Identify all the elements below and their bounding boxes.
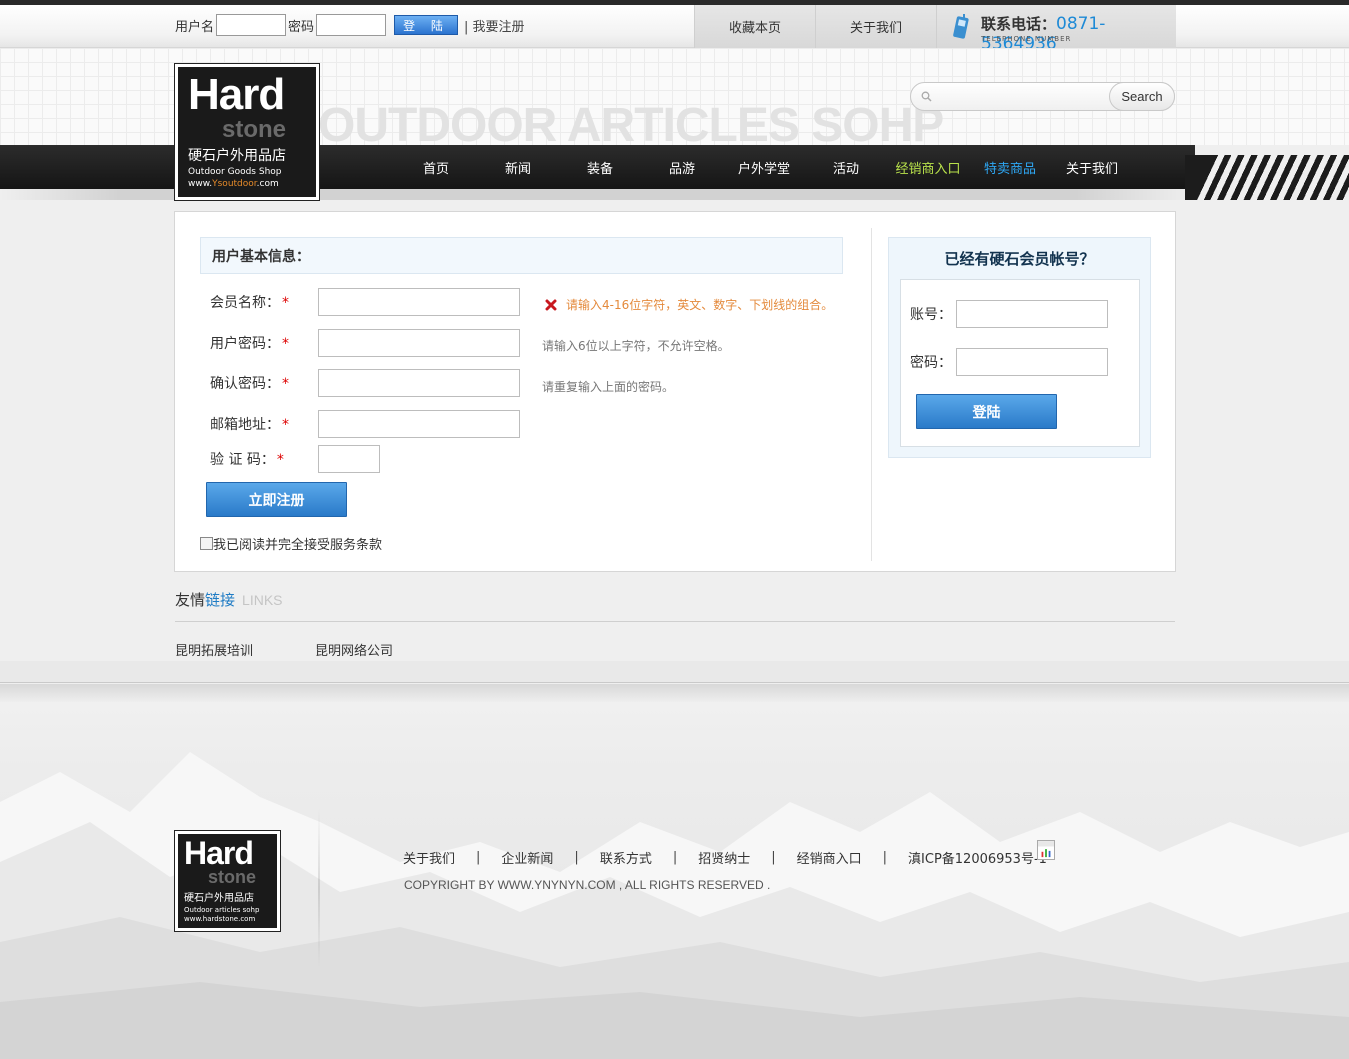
confirm-password-label: 确认密码： * [210, 376, 289, 392]
phone-subtitle: TELEPHONE NUMBER [981, 35, 1072, 43]
nav-item[interactable]: 经销商入口 [887, 145, 969, 189]
password-hint: 请输入6位以上字符，不允许空格。 [542, 339, 730, 353]
register-submit-button[interactable]: 立即注册 [206, 482, 347, 517]
member-name-row: 会员名称： * [210, 287, 520, 317]
footer-logo: Hard stone 硬石户外用品店 Outdoor articles sohp… [174, 830, 281, 932]
account-label: 账号： [910, 307, 952, 323]
footer-link[interactable]: 企业新闻 [501, 848, 553, 867]
nav-item[interactable]: 品游 [641, 145, 723, 189]
email-input[interactable] [318, 410, 520, 438]
member-login-form: 账号： 密码： 登陆 [900, 279, 1140, 447]
register-link[interactable]: | 我要注册 [464, 16, 525, 35]
member-name-error: 请输入4-16位字符，英文、数字、下划线的组合。 [545, 296, 833, 313]
section-title: 用户基本信息： [200, 237, 843, 274]
captcha-label: 验 证 码： * [210, 452, 284, 468]
confirm-password-input[interactable] [318, 369, 520, 397]
about-link[interactable]: 关于我们 [815, 5, 936, 48]
footer-top-band [0, 661, 1349, 683]
email-label: 邮箱地址： * [210, 417, 289, 433]
nav-item[interactable]: 新闻 [477, 145, 559, 189]
nav-item[interactable]: 户外学堂 [723, 145, 805, 189]
member-login-box: 已经有硬石会员帐号？ 账号： 密码： 登陆 [888, 237, 1151, 458]
logo-stone: stone [222, 116, 287, 143]
account-input[interactable] [956, 300, 1108, 328]
footer-link[interactable]: 经销商入口 [797, 848, 862, 867]
captcha-row: 验 证 码： * [210, 444, 380, 474]
footer-link-separator: | [882, 850, 888, 865]
password-input[interactable] [316, 14, 387, 36]
search-icon [921, 91, 932, 102]
footer-link-separator: | [672, 850, 678, 865]
top-right-links: 收藏本页 关于我们 联系电话：0871-5364936 TELEPHONE NU… [694, 5, 1176, 54]
footer-link-separator: | [574, 850, 579, 865]
register-panel: 用户基本信息： 会员名称： * 请输入4-16位字符，英文、数字、下划线的组合。 … [174, 211, 1176, 572]
phone-contact: 联系电话：0871-5364936 TELEPHONE NUMBER [936, 5, 1176, 54]
member-name-input[interactable] [318, 288, 520, 316]
member-name-label: 会员名称： * [210, 295, 289, 311]
footer-link[interactable]: 滇ICP备12006953号-1 [908, 848, 1047, 867]
search-button[interactable]: Search [1109, 82, 1175, 111]
terms-checkbox[interactable] [200, 537, 213, 550]
footer-links: 关于我们 | 企业新闻 | 联系方式 | 招贤纳士 | 经销商入口 | 滇ICP备12006953号… [403, 848, 1047, 867]
password-input[interactable] [318, 329, 520, 357]
friend-links-title: 友情 链接 LINKS [175, 591, 283, 609]
footer-link[interactable]: 招贤纳士 [698, 848, 750, 867]
friend-link[interactable]: 昆明网络公司 [315, 640, 393, 659]
search-input[interactable] [937, 87, 1107, 107]
nav-item[interactable]: 特卖商品 [969, 145, 1051, 189]
footer-link[interactable]: 联系方式 [600, 848, 652, 867]
email-row: 邮箱地址： * [210, 409, 520, 439]
footer-link[interactable]: 关于我们 [403, 848, 455, 867]
side-password-input[interactable] [956, 348, 1108, 376]
site-logo[interactable]: Hard stone 硬石户外用品店 Outdoor Goods Shop ww… [174, 63, 320, 201]
member-login-title: 已经有硬石会员帐号？ [944, 250, 1095, 268]
nav-item[interactable]: 活动 [805, 145, 887, 189]
friend-link[interactable]: 昆明拓展培训 [175, 640, 253, 659]
top-bar: 用户名 密码 登 陆 | 我要注册 收藏本页 关于我们 联系电话：0871-53… [0, 0, 1349, 54]
logo-chinese-name: 硬石户外用品店 [188, 148, 286, 164]
side-password-row: 密码： [910, 348, 1108, 376]
account-row: 账号： [910, 300, 1108, 328]
password-label: 用户密码： * [210, 336, 289, 352]
side-password-label: 密码： [910, 355, 952, 371]
footer-divider [318, 808, 320, 968]
terms-agreement: 我已阅读并完全接受服务条款 [200, 534, 382, 553]
main-nav: 首页 新闻 装备 品游 户外学堂 活动 经销商入口 特卖商品 关于我们 [395, 145, 1133, 189]
mobile-phone-icon [953, 14, 969, 39]
quick-login-button[interactable]: 登 陆 [394, 15, 459, 35]
logo-url: www.Ysoutdoor.com [188, 179, 279, 189]
footer-copyright: COPYRIGHT BY WWW.YNYNYN.COM , ALL RIGHTS… [404, 878, 771, 892]
captcha-input[interactable] [318, 445, 380, 473]
confirm-row: 确认密码： * [210, 368, 520, 398]
stats-counter-icon[interactable] [1037, 840, 1055, 860]
footer-shadow [0, 684, 1349, 702]
nav-item[interactable]: 关于我们 [1051, 145, 1133, 189]
logo-word: Hard [188, 70, 285, 119]
footer-link-separator: | [771, 850, 776, 865]
quick-login: 用户名 密码 登 陆 | 我要注册 [175, 13, 525, 37]
password-row: 用户密码： * [210, 328, 520, 358]
links-divider [175, 621, 1175, 622]
username-label: 用户名 [175, 19, 215, 35]
nav-item[interactable]: 首页 [395, 145, 477, 189]
panel-divider [871, 228, 872, 561]
member-login-button[interactable]: 登陆 [916, 394, 1057, 429]
username-input[interactable] [216, 14, 287, 36]
bookmark-link[interactable]: 收藏本页 [694, 5, 815, 48]
search-box: Search [910, 82, 1175, 111]
footer-link-separator: | [476, 850, 481, 865]
terms-label: 我已阅读并完全接受服务条款 [213, 538, 383, 553]
confirm-password-hint: 请重复输入上面的密码。 [542, 380, 675, 394]
error-x-icon [545, 299, 557, 310]
password-label: 密码 [288, 19, 315, 35]
nav-item[interactable]: 装备 [559, 145, 641, 189]
logo-english-name: Outdoor Goods Shop [188, 167, 282, 177]
